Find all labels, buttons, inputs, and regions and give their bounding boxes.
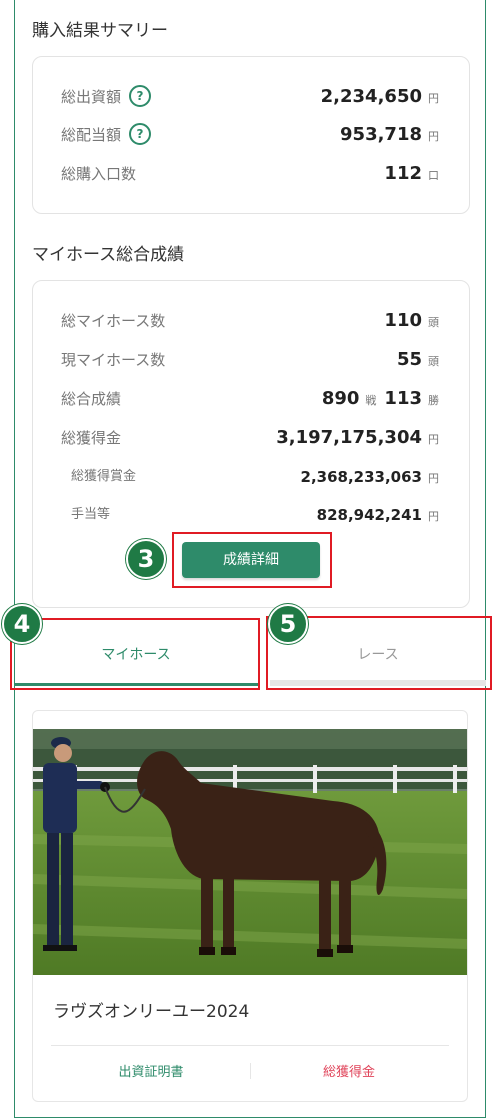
earnings-link[interactable]: 総獲得金 — [249, 1061, 449, 1080]
summary-unit: 口 — [428, 169, 439, 182]
results-unit: 頭 — [428, 355, 439, 368]
results-row: 総獲得賞金 2,368,233,063 円 — [33, 465, 469, 489]
results-row: 現マイホース数 55 頭 — [33, 348, 469, 372]
results-unit: 円 — [428, 510, 439, 523]
annotation-badge-3: 3 — [126, 539, 166, 579]
horse-name[interactable]: ラヴズオンリーユー2024 — [53, 997, 249, 1022]
results-unit: 勝 — [428, 394, 439, 407]
results-label: 総合成績 — [61, 390, 122, 408]
results-label: 手当等 — [71, 507, 111, 522]
results-row: 総獲得金 3,197,175,304 円 — [33, 426, 469, 450]
results-value: 55 — [396, 349, 422, 370]
results-value: 110 — [384, 310, 422, 331]
results-row: 総マイホース数 110 頭 — [33, 309, 469, 333]
summary-row-dividend: 総配当額? 953,718 円 — [33, 122, 469, 147]
summary-unit: 円 — [428, 92, 439, 105]
results-value: 890 — [321, 388, 360, 409]
results-unit: 円 — [428, 472, 439, 485]
results-value: 828,942,241 — [316, 506, 422, 524]
results-row: 総合成績 890 戦 113 勝 — [33, 387, 469, 411]
annotation-box-4 — [10, 618, 260, 690]
summary-unit: 円 — [428, 130, 439, 143]
results-label: 総獲得賞金 — [71, 469, 137, 484]
results-detail-button[interactable]: 成績詳細 — [182, 542, 320, 578]
results-unit: 戦 — [365, 394, 377, 407]
results-unit: 円 — [428, 433, 439, 446]
horse-card-divider — [51, 1045, 449, 1046]
help-icon[interactable]: ? — [129, 122, 152, 145]
results-label: 総獲得金 — [61, 429, 122, 447]
results-value: 2,368,233,063 — [300, 468, 422, 486]
summary-title: 購入結果サマリー — [32, 21, 168, 41]
results-value: 113 — [384, 388, 422, 409]
results-unit: 頭 — [428, 316, 439, 329]
summary-row-units: 総購入口数 112 口 — [33, 162, 469, 186]
summary-row-investment: 総出資額? 2,234,650 円 — [33, 84, 469, 109]
summary-label: 総配当額 — [61, 126, 122, 144]
certificate-link[interactable]: 出資証明書 — [51, 1061, 251, 1080]
results-title: マイホース総合成績 — [32, 245, 185, 265]
horse-card[interactable]: ラヴズオンリーユー2024 出資証明書 総獲得金 — [32, 710, 468, 1102]
summary-value: 953,718 — [340, 124, 422, 145]
results-row: 手当等 828,942,241 円 — [33, 503, 469, 527]
summary-label: 総購入口数 — [61, 165, 137, 183]
summary-card: 総出資額? 2,234,650 円 総配当額? 953,718 円 総購入口数 11… — [32, 56, 470, 214]
help-icon[interactable]: ? — [129, 84, 152, 107]
results-value: 3,197,175,304 — [276, 427, 422, 448]
results-label: 現マイホース数 — [61, 351, 166, 369]
annotation-badge-4: 4 — [2, 604, 42, 644]
summary-value: 2,234,650 — [320, 86, 422, 107]
horse-photo — [33, 729, 467, 975]
results-label: 総マイホース数 — [61, 312, 166, 330]
annotation-badge-5: 5 — [268, 604, 308, 644]
summary-value: 112 — [384, 163, 422, 184]
summary-label: 総出資額 — [61, 88, 122, 106]
